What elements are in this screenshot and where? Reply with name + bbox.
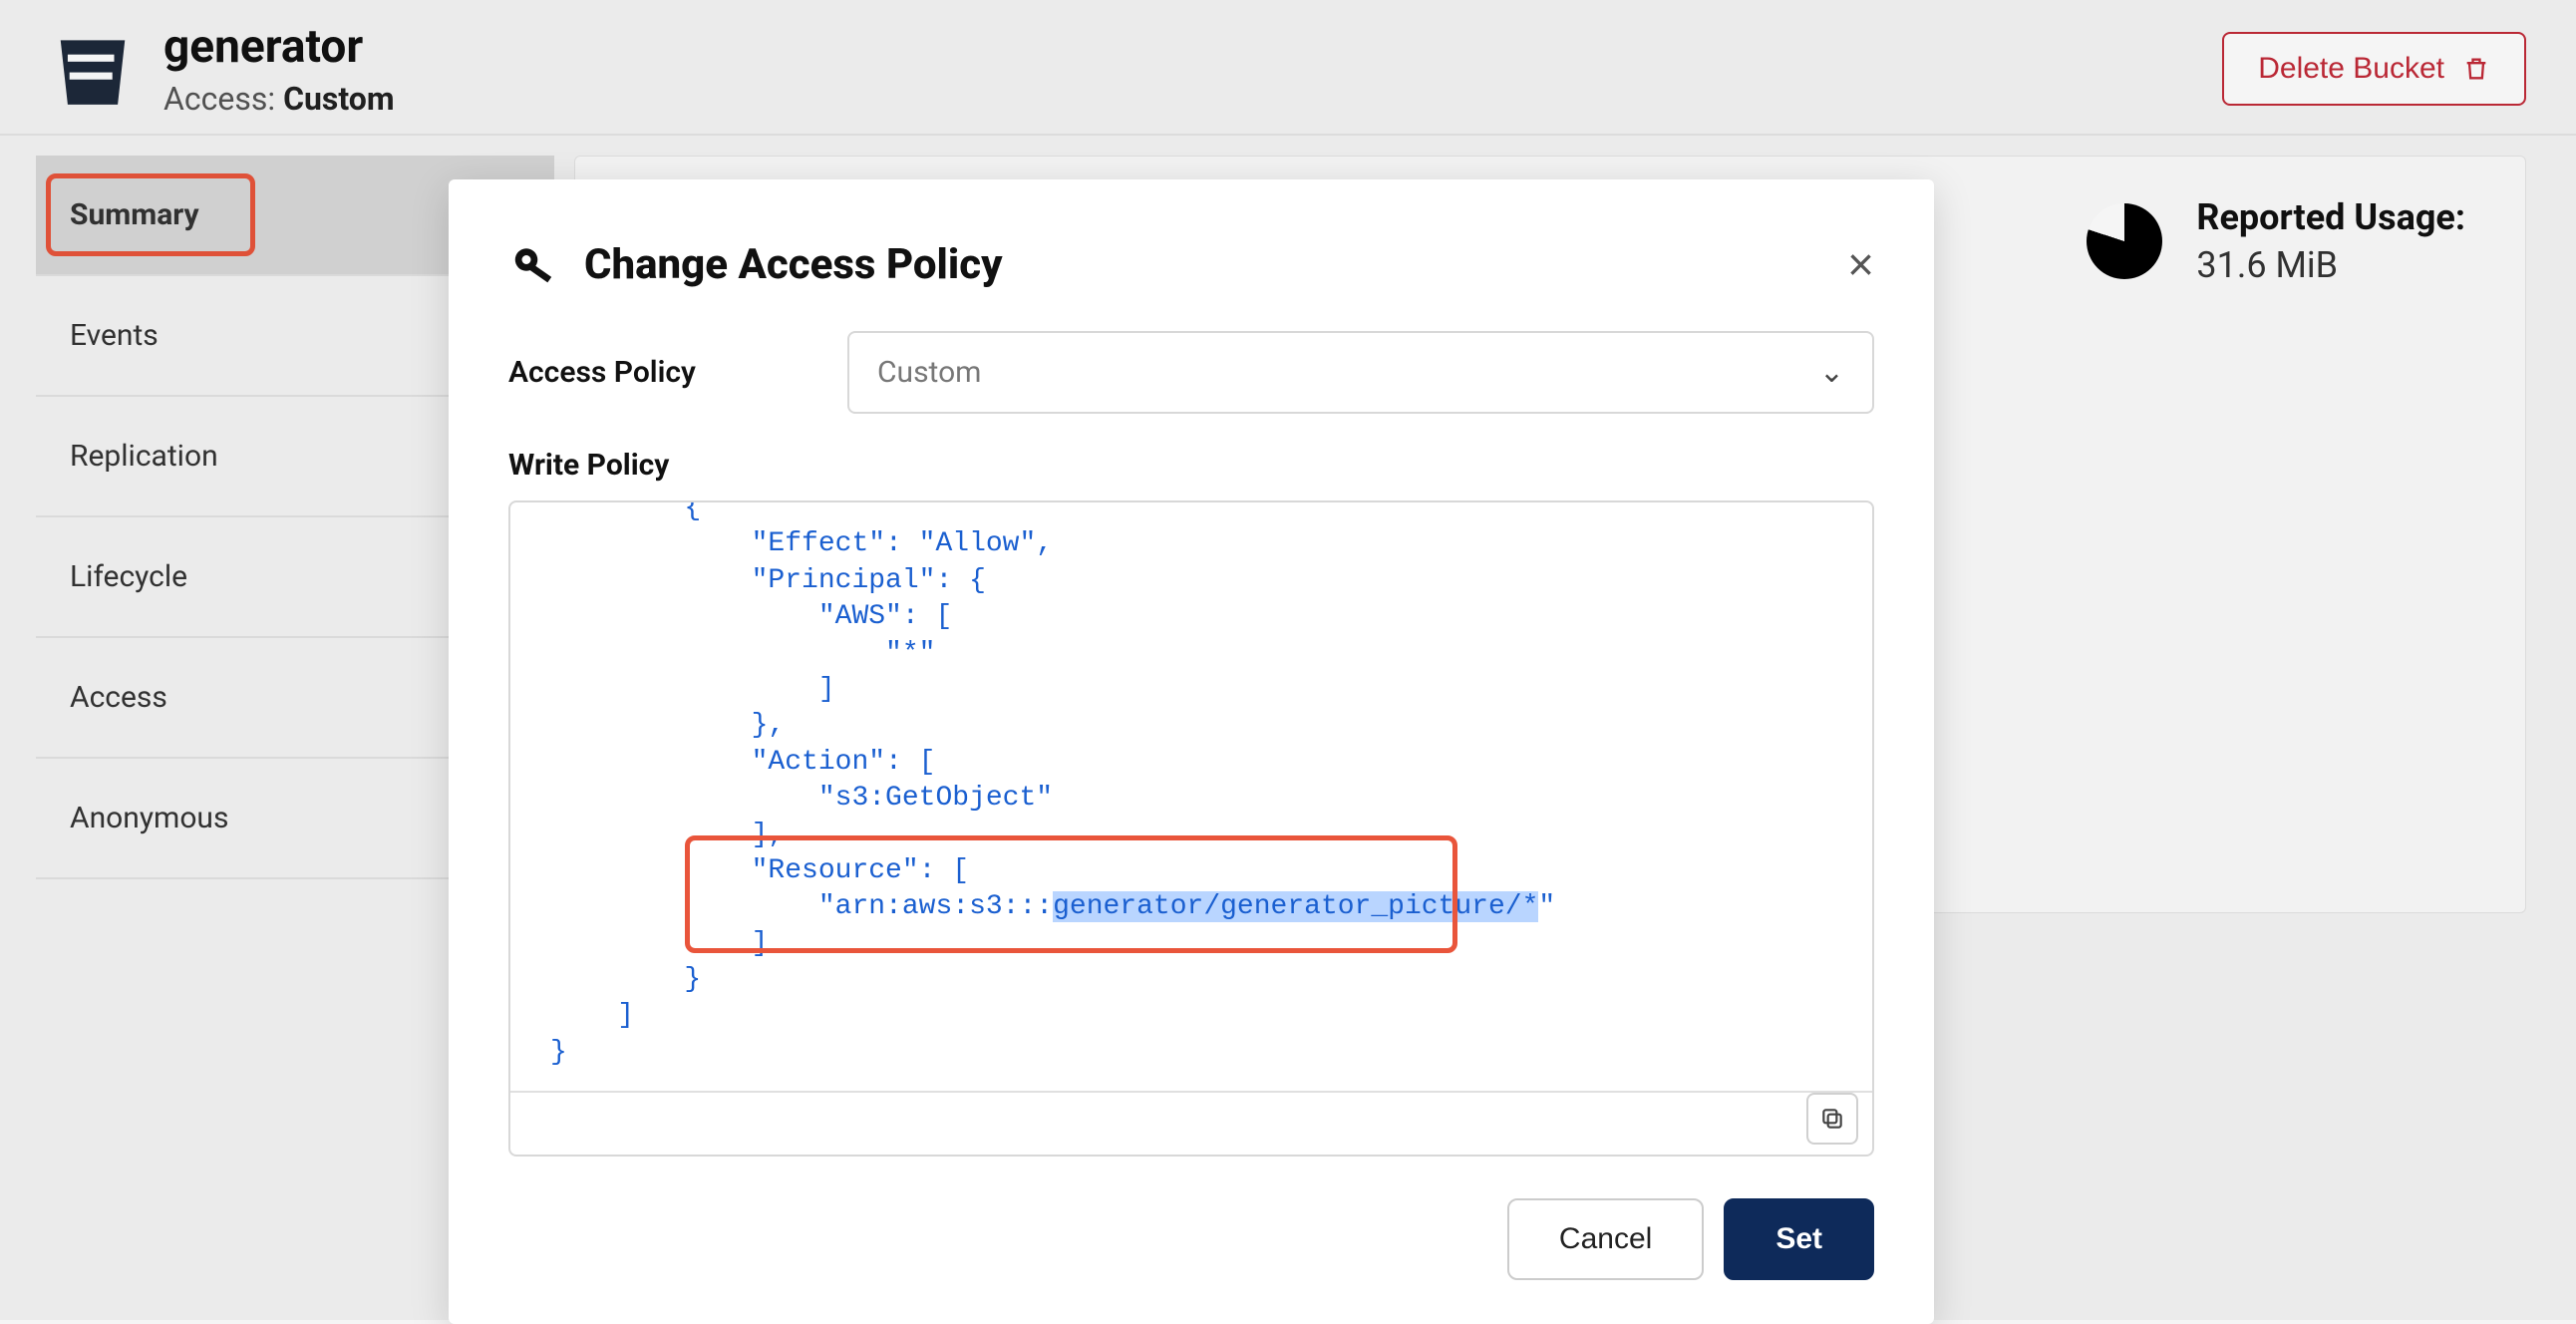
- sidebar-item-label: Lifecycle: [70, 559, 187, 594]
- sidebar-item-label: Events: [70, 318, 159, 353]
- sidebar-item-label: Summary: [70, 197, 199, 232]
- sidebar-item-label: Anonymous: [70, 801, 228, 835]
- trash-icon: [2462, 55, 2490, 83]
- chevron-down-icon: ⌄: [1819, 355, 1844, 390]
- access-policy-value: Custom: [877, 355, 982, 390]
- access-policy-select[interactable]: Custom ⌄: [847, 331, 1874, 414]
- bucket-icon: [50, 26, 136, 112]
- close-icon[interactable]: ×: [1847, 241, 1874, 287]
- change-access-policy-modal: Change Access Policy × Access Policy Cus…: [449, 179, 1934, 1324]
- bucket-access: Access: Custom: [163, 80, 395, 118]
- cancel-button[interactable]: Cancel: [1507, 1198, 1704, 1280]
- access-value: Custom: [283, 80, 395, 118]
- delete-bucket-button[interactable]: Delete Bucket: [2222, 32, 2526, 106]
- policy-editor[interactable]: { "Effect": "Allow", "Principal": { "AWS…: [510, 502, 1872, 1091]
- page-header: generator Access: Custom Delete Bucket: [0, 0, 2576, 136]
- bucket-title: generator: [163, 20, 395, 74]
- delete-bucket-label: Delete Bucket: [2258, 52, 2444, 86]
- usage-title: Reported Usage:: [2196, 196, 2465, 238]
- copy-button[interactable]: [1806, 1093, 1858, 1145]
- set-button[interactable]: Set: [1724, 1198, 1874, 1280]
- modal-title: Change Access Policy: [584, 240, 1003, 289]
- usage-pie-icon: [2087, 203, 2162, 279]
- access-label: Access:: [163, 80, 275, 118]
- usage-value: 31.6 MiB: [2196, 244, 2465, 286]
- key-icon: [508, 237, 562, 291]
- sidebar-item-label: Access: [70, 680, 167, 715]
- access-policy-label: Access Policy: [508, 355, 847, 390]
- sidebar-item-label: Replication: [70, 439, 218, 474]
- write-policy-label: Write Policy: [508, 448, 1874, 483]
- reported-usage: Reported Usage: 31.6 MiB: [2087, 196, 2465, 286]
